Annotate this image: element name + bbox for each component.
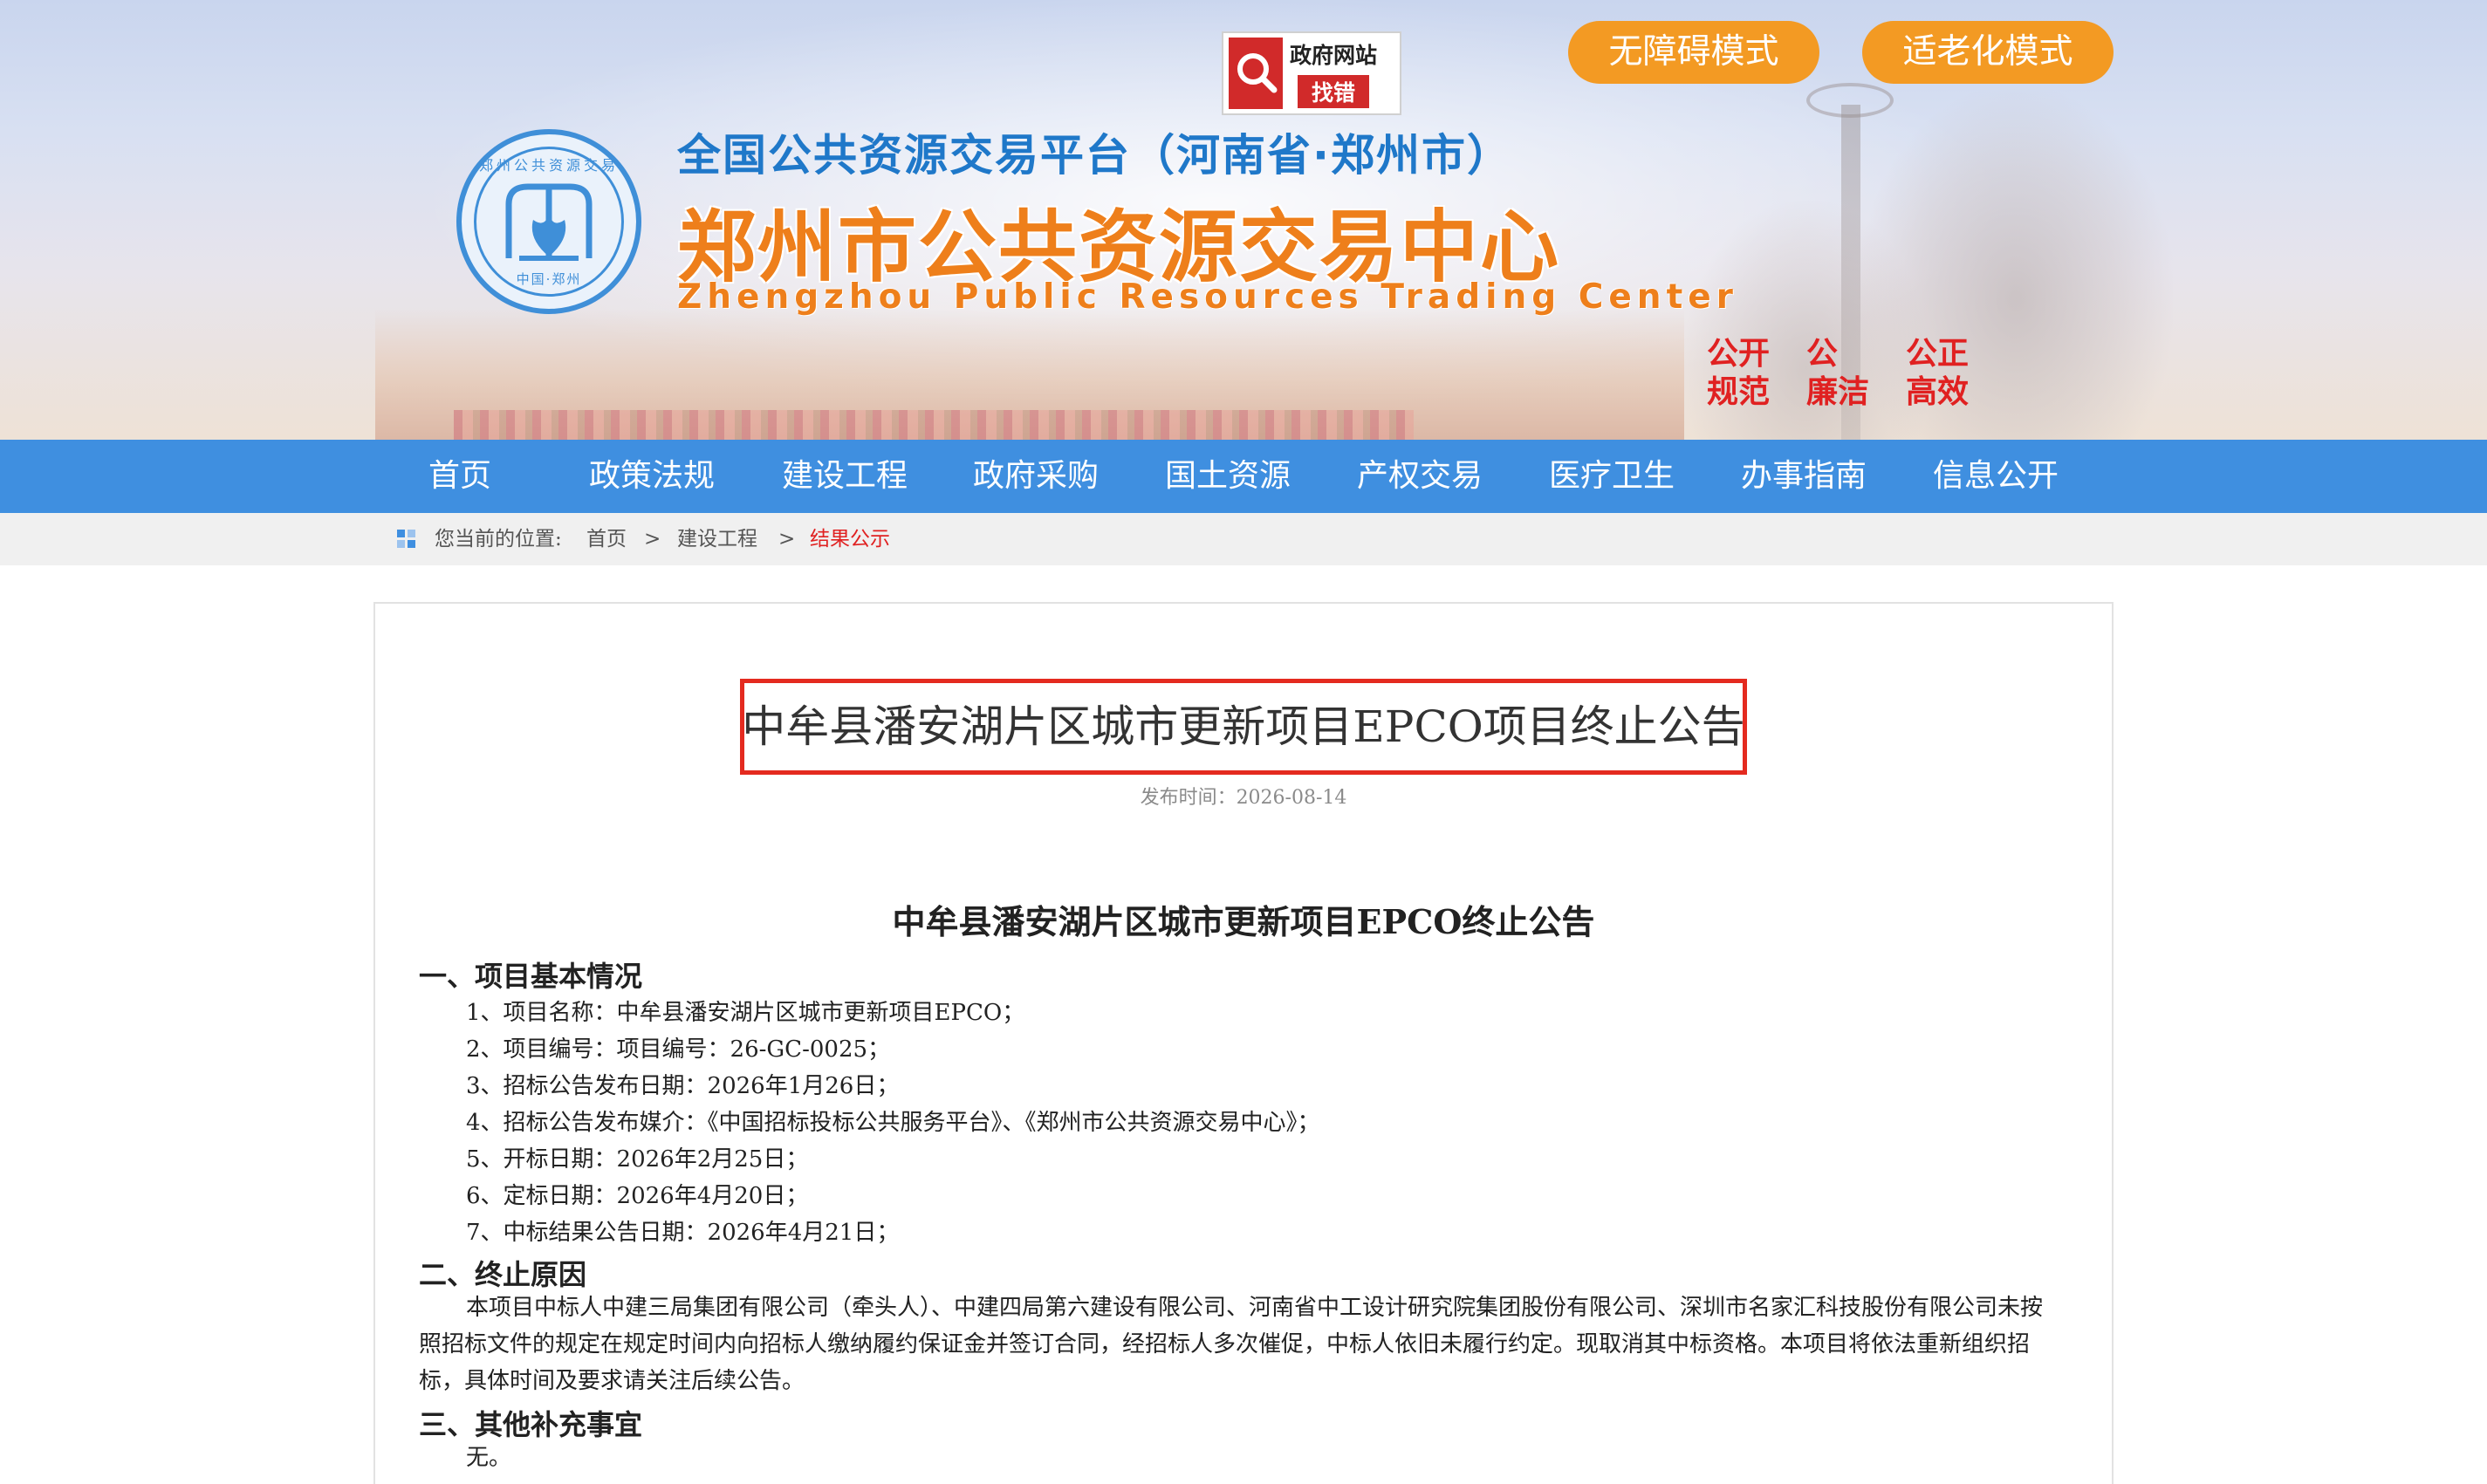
location-grid-icon	[397, 530, 415, 548]
slogan-1a: 公开	[1707, 336, 1771, 372]
elderly-mode-button[interactable]: 适老化模式	[1862, 21, 2114, 84]
gov-error-report-badge[interactable]: 政府网站 找错	[1222, 31, 1401, 115]
list-item: 2、项目编号：项目编号：26-GC-0025；	[466, 1036, 891, 1063]
badge-action: 找错	[1298, 75, 1370, 108]
nav-item-guide[interactable]: 办事指南	[1741, 440, 1867, 513]
list-item: 5、开标日期：2026年2月25日；	[466, 1146, 809, 1173]
slogan-3b: 高效	[1906, 374, 1970, 410]
badge-flag-icon	[1229, 38, 1283, 109]
nav-item-disclosure[interactable]: 信息公开	[1933, 440, 2059, 513]
slogan-2b: 廉洁	[1806, 374, 1870, 410]
nav-item-home[interactable]: 首页	[428, 440, 491, 513]
breadcrumb: 您当前的位置: 首页 > 建设工程 > 结果公示	[0, 513, 2487, 565]
breadcrumb-prefix: 您当前的位置:	[435, 528, 562, 551]
nav-item-property[interactable]: 产权交易	[1357, 440, 1483, 513]
list-item: 6、定标日期：2026年4月20日；	[466, 1183, 809, 1209]
platform-title: 全国公共资源交易平台（河南省·郑州市）	[677, 130, 1512, 181]
section-heading-other: 三、其他补充事宜	[419, 1408, 643, 1441]
accessibility-mode-button[interactable]: 无障碍模式	[1568, 21, 1819, 84]
nav-item-medical[interactable]: 医疗卫生	[1549, 440, 1675, 513]
breadcrumb-current[interactable]: 结果公示	[810, 513, 890, 565]
list-item: 1、项目名称：中牟县潘安湖片区城市更新项目EPCO；	[466, 1000, 1025, 1026]
termination-reason-text: 本项目中标人中建三局集团有限公司（牵头人）、中建四局第六建设有限公司、河南省中工…	[419, 1295, 2044, 1394]
banner-flowers	[454, 410, 1414, 440]
breadcrumb-separator: >	[644, 528, 661, 551]
logo-ring-text-bottom: 中国·郑州	[516, 271, 582, 287]
center-logo: 郑州公共资源交易 中国·郑州	[456, 129, 641, 314]
main-nav: 首页 政策法规 建设工程 政府采购 国土资源 产权交易 医疗卫生 办事指南 信息…	[0, 440, 2487, 513]
site-title-english: Zhengzhou Public Resources Trading Cente…	[677, 277, 1738, 317]
section-heading-basic-info: 一、项目基本情况	[419, 960, 643, 993]
nav-item-policy[interactable]: 政策法规	[589, 440, 715, 513]
list-item: 4、招标公告发布媒介：《中国招标投标公共服务平台》、《郑州市公共资源交易中心》；	[466, 1110, 1320, 1136]
publish-date: 发布时间：2026-08-14	[1140, 787, 1347, 809]
magnifier-icon	[1237, 53, 1278, 93]
nav-item-procurement[interactable]: 政府采购	[973, 440, 1099, 513]
nav-item-land[interactable]: 国土资源	[1165, 440, 1291, 513]
slogan-3a: 公正	[1906, 336, 1970, 372]
breadcrumb-separator: >	[778, 528, 796, 551]
breadcrumb-home[interactable]: 首页	[586, 513, 627, 565]
badge-label: 政府网站	[1290, 43, 1378, 68]
other-matters-text: 无。	[466, 1445, 512, 1471]
breadcrumb-construction[interactable]: 建设工程	[677, 513, 757, 565]
section-heading-reason: 二、终止原因	[419, 1258, 587, 1291]
logo-ring-text-top: 郑州公共资源交易	[478, 157, 619, 174]
logo-emblem-icon	[505, 183, 593, 261]
slogan-1b: 规范	[1707, 374, 1771, 410]
article-headline: 中牟县潘安湖片区城市更新项目EPCO项目终止公告	[742, 701, 1745, 752]
nav-item-construction[interactable]: 建设工程	[782, 440, 908, 513]
list-item: 3、招标公告发布日期：2026年1月26日；	[466, 1073, 900, 1099]
slogan-2a: 公	[1806, 336, 1839, 372]
list-item: 7、中标结果公告日期：2026年4月21日；	[466, 1220, 900, 1246]
document-title: 中牟县潘安湖片区城市更新项目EPCO终止公告	[892, 902, 1595, 941]
